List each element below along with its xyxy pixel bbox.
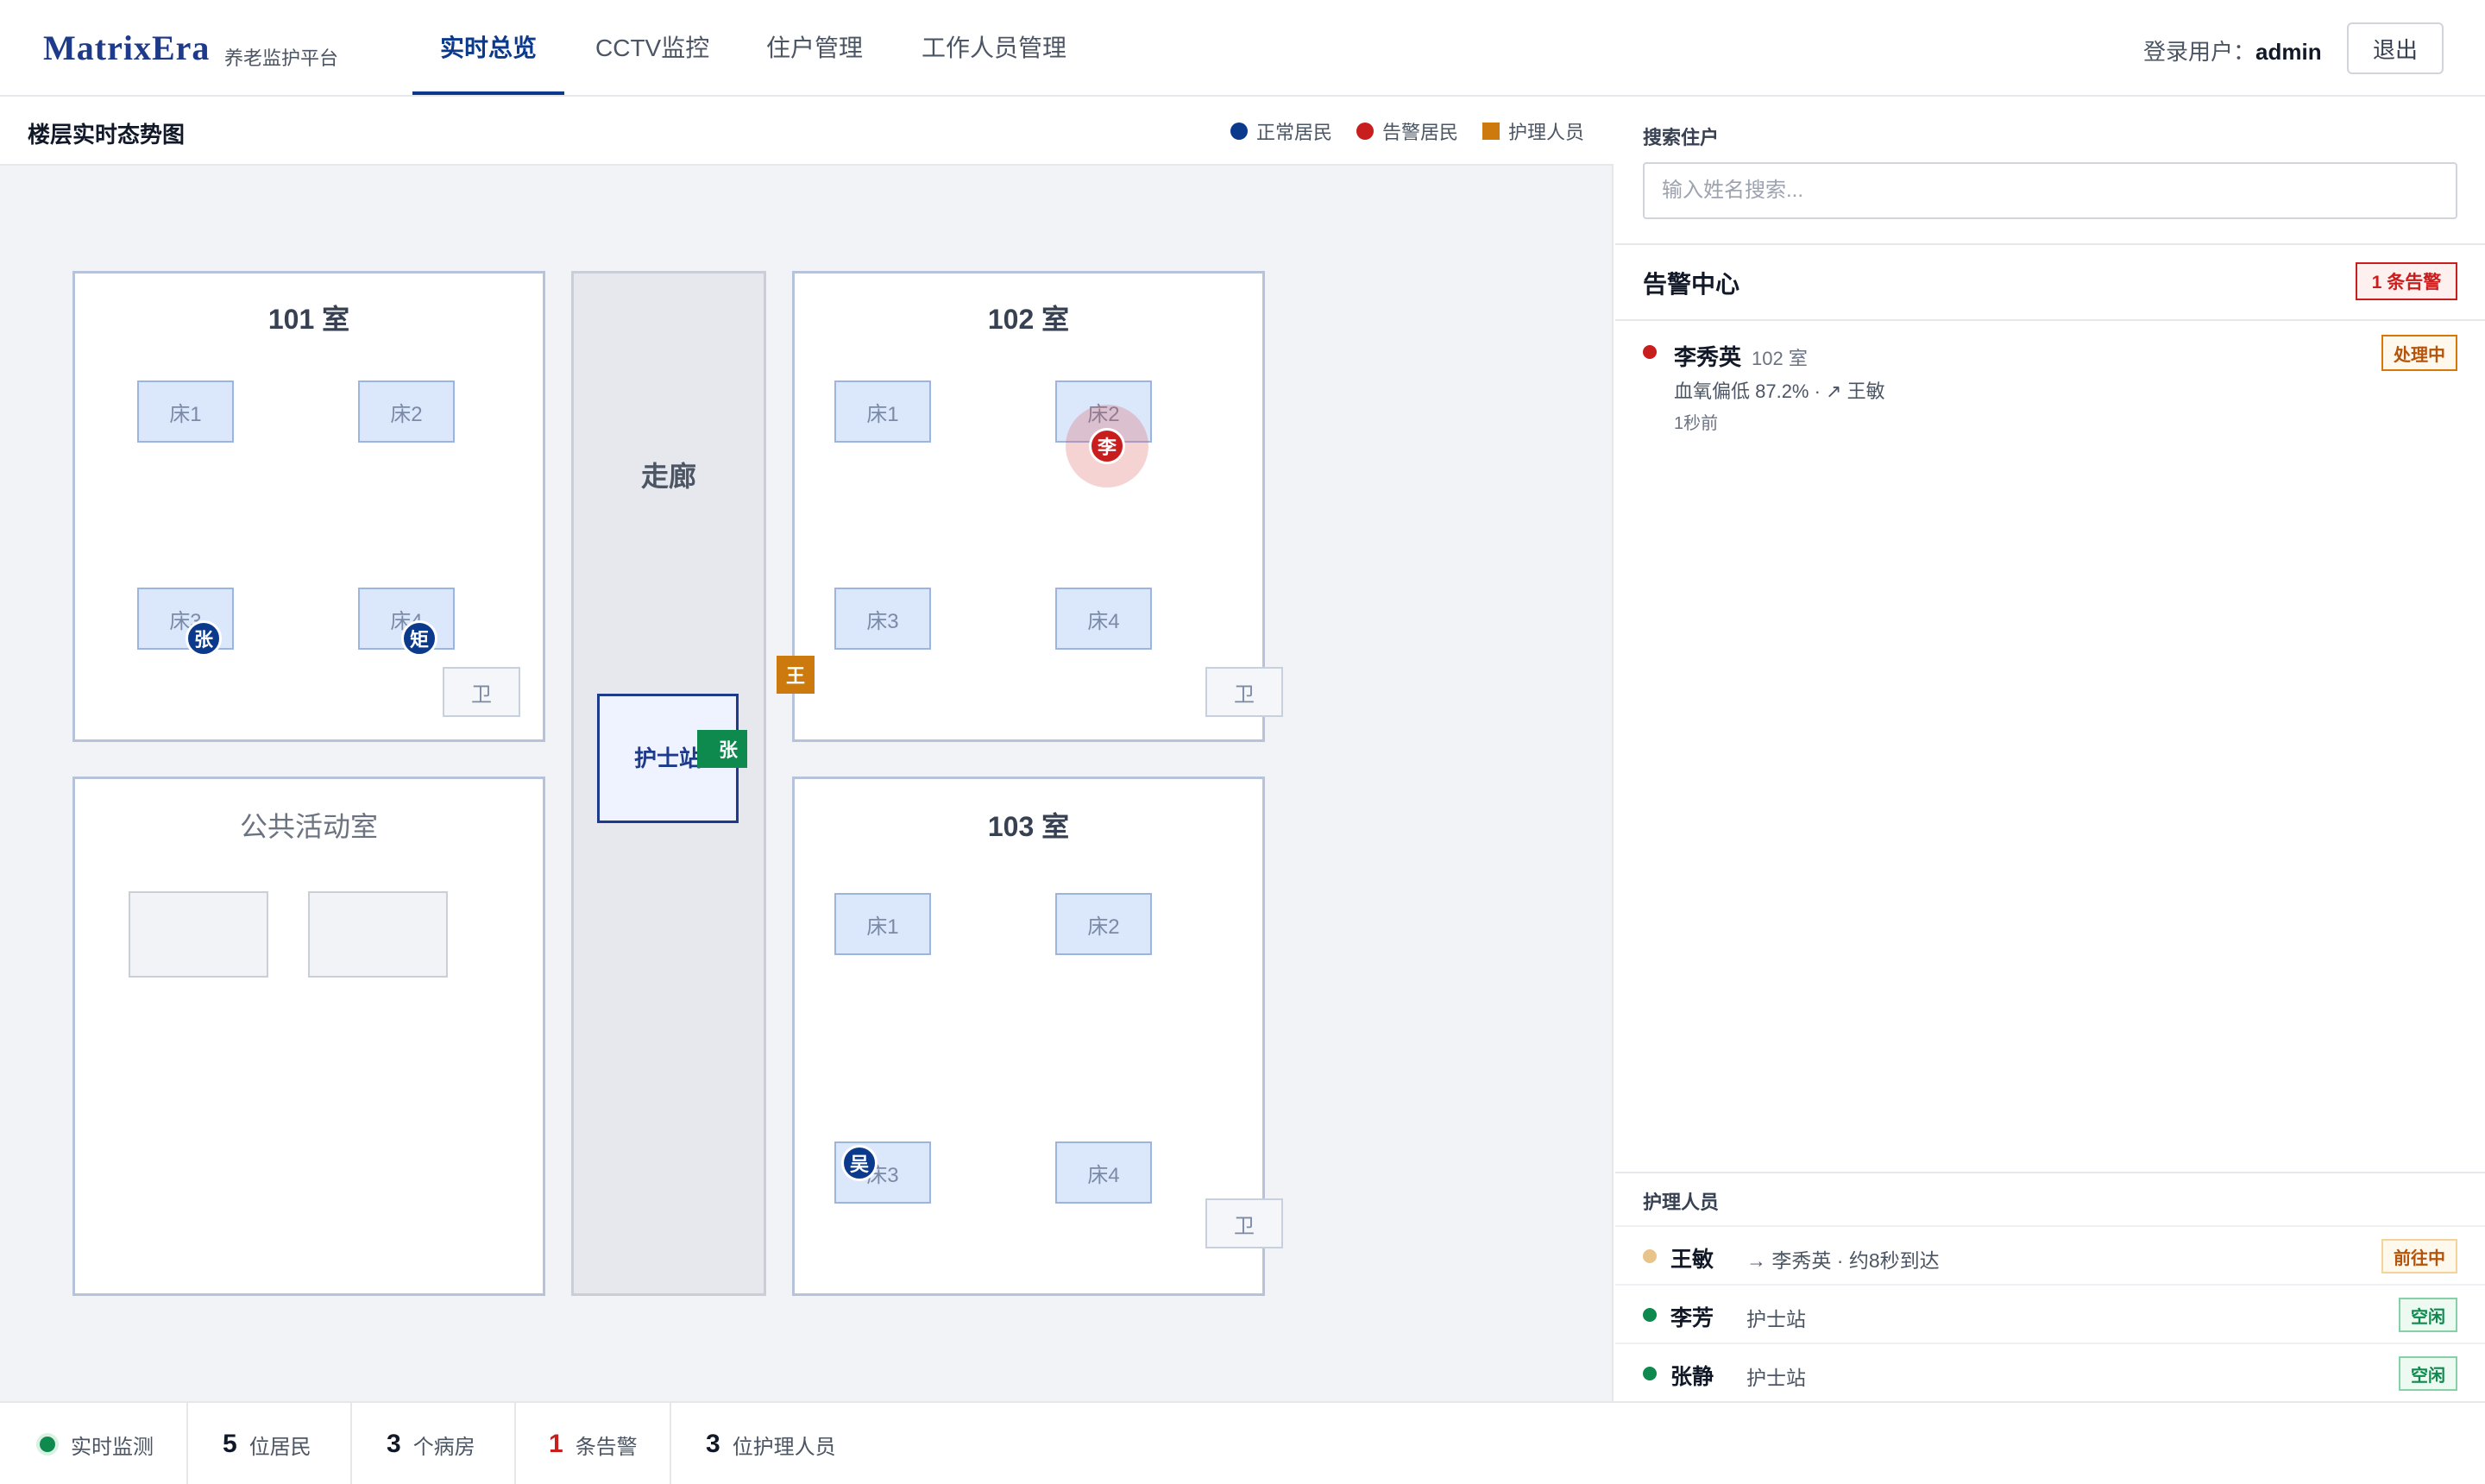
- logout-button[interactable]: 退出: [2347, 22, 2444, 74]
- room-103[interactable]: 103 室 床1 床2 床3 床4 卫 吴: [792, 777, 1283, 1296]
- staff-row[interactable]: 张静 护士站 空闲: [1615, 1343, 2485, 1401]
- legend-staff-square-icon: [1482, 123, 1500, 140]
- room-103-wc: 卫: [1205, 1198, 1283, 1248]
- staff-status-badge: 前往中: [2381, 1239, 2457, 1273]
- alert-center-title: 告警中心: [1643, 271, 1740, 298]
- staff-section-title: 护理人员: [1643, 1192, 1720, 1213]
- staff-status-badge: 空闲: [2399, 1298, 2457, 1332]
- public-room-title: 公共活动室: [239, 811, 378, 842]
- alert-count-badge: 1 条告警: [2356, 262, 2457, 300]
- login-user-name: admin: [2255, 39, 2322, 65]
- footer-alerts: 1 条告警: [516, 1403, 671, 1484]
- room-101-title: 101 室: [267, 304, 350, 335]
- footer-staff: 3 位护理人员: [671, 1403, 878, 1484]
- footer-staff-count: 3: [706, 1430, 720, 1458]
- tab-overview[interactable]: 实时总览: [440, 29, 537, 97]
- active-tab-indicator: [412, 91, 564, 95]
- footer-alerts-count: 1: [549, 1430, 563, 1458]
- brand-subtitle: 养老监护平台: [224, 47, 339, 69]
- divider: [1615, 319, 2485, 321]
- staff-name: 张静: [1670, 1365, 1714, 1389]
- activity-table: [129, 891, 268, 978]
- resident-marker[interactable]: 吴: [841, 1145, 878, 1181]
- floor-map-panel: 楼层实时态势图 正常居民 告警居民 护理人员 101 室 床1 床2 床3 床4…: [0, 97, 1614, 1401]
- room-101-wc: 卫: [443, 667, 520, 717]
- staff-marker[interactable]: 张: [709, 730, 747, 768]
- staff-name: 王敏: [1670, 1248, 1714, 1272]
- resident-marker-alert[interactable]: 李: [1089, 428, 1125, 464]
- tab-staff[interactable]: 工作人员管理: [922, 29, 1066, 97]
- room-102-title: 102 室: [987, 304, 1070, 335]
- footer-rooms-label: 个病房: [412, 1435, 475, 1459]
- footer-residents-count: 5: [223, 1430, 237, 1458]
- status-footer: 实时监测 5 位居民 3 个病房 1 条告警 3 位护理人员: [0, 1401, 2485, 1484]
- divider: [1615, 243, 2485, 245]
- footer-staff-label: 位护理人员: [732, 1435, 836, 1459]
- top-header: MatrixEra 养老监护平台 实时总览 CCTV监控 住户管理 工作人员管理…: [0, 0, 2485, 97]
- staff-status-dot-icon: [1643, 1308, 1657, 1322]
- nurse-station-label: 护士站: [634, 745, 702, 771]
- alert-room: 102 室: [1752, 348, 1808, 369]
- map-header: 楼层实时态势图 正常居民 告警居民 护理人员: [0, 97, 1614, 166]
- staff-row[interactable]: 王敏 → 李秀英 · 约8秒到达 前往中: [1615, 1225, 2485, 1284]
- resident-marker[interactable]: 矩: [401, 620, 437, 657]
- footer-rooms-count: 3: [387, 1430, 401, 1458]
- room-102-bed-4[interactable]: 床4: [1055, 588, 1152, 650]
- footer-residents: 5 位居民: [188, 1403, 352, 1484]
- right-sidebar: 搜索住户 告警中心 1 条告警 李秀英 102 室 血氧偏低 87.2% · ↗…: [1615, 97, 2485, 1401]
- room-102-bed-1[interactable]: 床1: [834, 380, 931, 443]
- staff-status-dot-icon: [1643, 1367, 1657, 1380]
- tab-cctv[interactable]: CCTV监控: [595, 29, 709, 97]
- room-101-bed-1[interactable]: 床1: [137, 380, 234, 443]
- login-user: 登录用户：admin: [2143, 35, 2322, 66]
- live-dot-icon: [40, 1437, 55, 1452]
- alert-time: 1秒前: [1674, 414, 1719, 433]
- staff-status: 护士站: [1746, 1367, 1806, 1389]
- staff-status: → 李秀英 · 约8秒到达: [1746, 1249, 1940, 1272]
- legend-staff: 护理人员: [1482, 117, 1584, 145]
- legend-alert-label: 告警居民: [1382, 122, 1459, 143]
- alert-dot-icon: [1643, 345, 1657, 359]
- legend-normal-dot-icon: [1230, 123, 1248, 140]
- footer-rooms: 3 个病房: [352, 1403, 516, 1484]
- room-103-bed-4[interactable]: 床4: [1055, 1141, 1152, 1204]
- legend-alert: 告警居民: [1356, 117, 1458, 145]
- room-102[interactable]: 102 室 床1 床2 床3 床4 卫 李: [792, 271, 1283, 742]
- staff-marker[interactable]: 王: [777, 656, 815, 694]
- staff-status-dot-icon: [1643, 1249, 1657, 1263]
- login-user-prefix: 登录用户：: [2143, 39, 2256, 65]
- room-103-bed-2[interactable]: 床2: [1055, 893, 1152, 955]
- map-title: 楼层实时态势图: [28, 122, 186, 148]
- alert-resident-name: 李秀英: [1674, 344, 1742, 370]
- room-102-bed-3[interactable]: 床3: [834, 588, 931, 650]
- resident-search-input[interactable]: [1643, 162, 2457, 219]
- brand-logo: MatrixEra: [43, 28, 211, 67]
- room-103-bed-1[interactable]: 床1: [834, 893, 931, 955]
- room-103-title: 103 室: [987, 811, 1070, 842]
- legend-normal-label: 正常居民: [1256, 122, 1333, 143]
- footer-residents-label: 位居民: [248, 1435, 311, 1459]
- footer-alerts-label: 条告警: [575, 1435, 638, 1459]
- legend-normal: 正常居民: [1230, 117, 1332, 145]
- search-label: 搜索住户: [1643, 127, 1720, 148]
- alert-status-badge: 处理中: [2381, 335, 2457, 371]
- corridor-label: 走廊: [640, 461, 696, 492]
- staff-row[interactable]: 李芳 护士站 空闲: [1615, 1284, 2485, 1343]
- activity-table: [308, 891, 448, 978]
- room-102-wc: 卫: [1205, 667, 1283, 717]
- public-activity-room[interactable]: 公共活动室: [72, 777, 545, 1296]
- staff-status-badge: 空闲: [2399, 1356, 2457, 1391]
- staff-status: 护士站: [1746, 1308, 1806, 1330]
- divider: [1615, 1172, 2485, 1173]
- tab-residents[interactable]: 住户管理: [766, 29, 863, 97]
- staff-name: 李芳: [1670, 1306, 1714, 1330]
- footer-live-status: 实时监测: [0, 1403, 188, 1484]
- legend-staff-label: 护理人员: [1508, 122, 1585, 143]
- alert-detail: 血氧偏低 87.2% · ↗ 王敏: [1674, 380, 1885, 402]
- footer-live-label: 实时监测: [71, 1435, 154, 1459]
- room-101[interactable]: 101 室 床1 床2 床3 床4 卫 张 矩: [72, 271, 545, 742]
- room-101-bed-2[interactable]: 床2: [358, 380, 455, 443]
- legend-alert-dot-icon: [1356, 123, 1374, 140]
- resident-marker[interactable]: 张: [186, 620, 222, 657]
